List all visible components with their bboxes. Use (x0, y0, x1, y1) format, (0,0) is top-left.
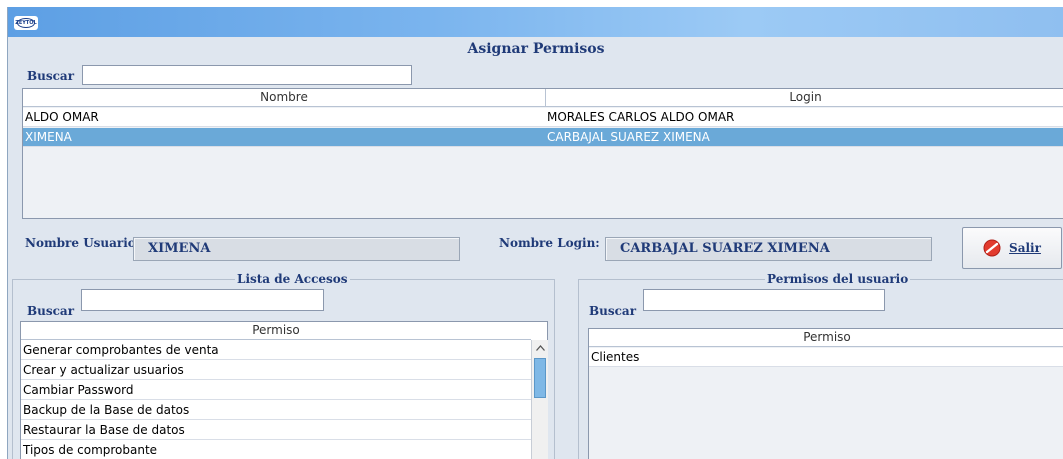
column-header-permiso[interactable]: Permiso (21, 322, 531, 340)
no-entry-icon (983, 239, 1001, 257)
salir-label: Salir (1009, 241, 1041, 255)
app-window: ZEYTOL Asignar Permisos Buscar Nombre Lo… (7, 7, 1063, 459)
user-nombre-cell: XIMENA (25, 130, 72, 144)
title-bar: ZEYTOL (8, 7, 1063, 37)
page-title: Asignar Permisos (467, 41, 605, 57)
user-row-aldo[interactable]: ALDO OMAR MORALES CARLOS ALDO OMAR (23, 108, 1063, 127)
salir-button[interactable]: Salir (962, 227, 1062, 269)
permisos-search-label: Buscar (589, 304, 637, 318)
acceso-row[interactable]: Generar comprobantes de venta (21, 341, 531, 360)
accesos-search-input[interactable] (81, 289, 324, 311)
accesos-search-label: Buscar (27, 304, 75, 318)
user-row-ximena[interactable]: XIMENA CARBAJAL SUAREZ XIMENA (23, 128, 1063, 147)
column-header-login[interactable]: Login (545, 89, 1063, 107)
column-header-permiso[interactable]: Permiso (589, 329, 1063, 347)
acceso-row[interactable]: Crear y actualizar usuarios (21, 361, 531, 380)
user-search-input[interactable] (82, 65, 412, 85)
nombre-usuario-field: XIMENA (133, 237, 460, 261)
nombre-login-label: Nombre Login: (499, 236, 600, 250)
permiso-row[interactable]: Clientes (589, 348, 1063, 367)
scroll-thumb[interactable] (534, 358, 546, 398)
accesos-scrollbar[interactable] (531, 340, 548, 459)
column-header-nombre[interactable]: Nombre (23, 89, 545, 107)
nombre-usuario-label: Nombre Usuario: (25, 236, 141, 250)
acceso-row[interactable]: Backup de la Base de datos (21, 401, 531, 420)
acceso-row[interactable]: Tipos de comprobante (21, 441, 531, 459)
permisos-search-input[interactable] (643, 289, 885, 311)
accesos-grid[interactable]: Permiso Generar comprobantes de venta Cr… (20, 321, 548, 459)
permisos-usuario-title: Permisos del usuario (765, 272, 911, 286)
acceso-row[interactable]: Restaurar la Base de datos (21, 421, 531, 440)
user-login-cell: MORALES CARLOS ALDO OMAR (547, 110, 735, 124)
user-nombre-cell: ALDO OMAR (25, 110, 99, 124)
user-login-cell: CARBAJAL SUAREZ XIMENA (547, 130, 710, 144)
lista-accesos-title: Lista de Accesos (235, 272, 350, 286)
user-search-label: Buscar (27, 69, 75, 83)
acceso-row[interactable]: Cambiar Password (21, 381, 531, 400)
nombre-login-field: CARBAJAL SUAREZ XIMENA (605, 237, 932, 261)
permisos-grid[interactable]: Permiso Clientes (588, 328, 1063, 459)
app-logo-icon: ZEYTOL (14, 16, 38, 30)
users-grid[interactable]: Nombre Login ALDO OMAR MORALES CARLOS AL… (22, 88, 1063, 219)
scroll-up-icon[interactable] (532, 340, 548, 356)
